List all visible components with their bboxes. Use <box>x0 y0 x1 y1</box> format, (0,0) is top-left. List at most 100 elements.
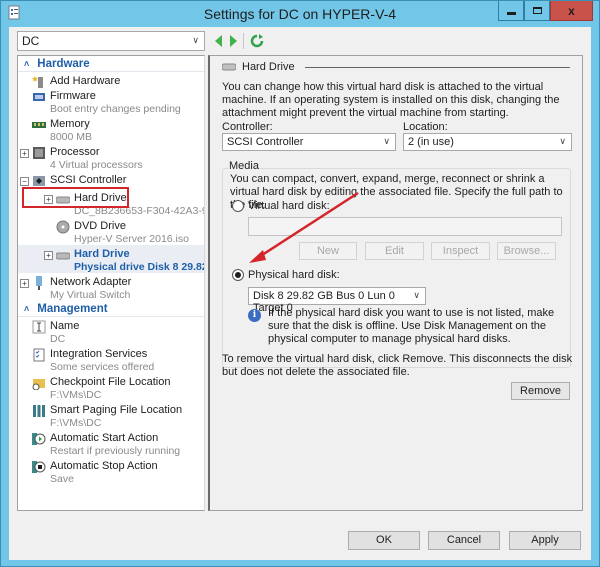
location-value: 2 (in use) <box>408 136 454 148</box>
forward-arrow-icon[interactable] <box>229 35 237 47</box>
item-label: Automatic Start Action <box>50 432 159 444</box>
intro-text: You can change how this virtual hard dis… <box>222 81 560 119</box>
back-arrow-icon[interactable] <box>215 35 223 47</box>
expand-icon[interactable]: + <box>44 251 53 260</box>
item-label: Add Hardware <box>50 75 121 87</box>
tree-item-checkpoint-location[interactable]: Checkpoint File Location F:\VMs\DC <box>18 373 204 401</box>
tree-item-processor[interactable]: + Processor 4 Virtual processors <box>18 143 204 171</box>
processor-icon <box>33 147 45 159</box>
cancel-button[interactable]: Cancel <box>428 531 500 550</box>
item-sublabel: Hyper-V Server 2016.iso <box>74 233 189 245</box>
close-button[interactable]: x <box>550 1 593 21</box>
minimize-button[interactable] <box>498 1 524 21</box>
navigation-toolbar <box>215 33 264 49</box>
item-label: Checkpoint File Location <box>50 376 171 388</box>
item-sublabel: Restart if previously running <box>50 445 181 457</box>
vm-selector-value: DC <box>22 34 40 48</box>
tree-item-memory[interactable]: Memory 8000 MB <box>18 115 204 143</box>
dialog-client: DC ∨ ˄ Hardware Add Hardware Firmware Bo… <box>9 27 591 560</box>
hard-drive-icon <box>56 252 70 260</box>
controller-value: SCSI Controller <box>227 136 304 148</box>
collapse-icon[interactable]: − <box>20 177 29 186</box>
smart-paging-icon <box>33 405 45 417</box>
item-label: Processor <box>50 146 100 158</box>
physical-disk-label[interactable]: Physical hard disk: <box>248 269 340 282</box>
item-label: Integration Services <box>50 348 148 360</box>
physical-disk-info-text: If the physical hard disk you want to us… <box>268 307 555 345</box>
virtual-disk-radio[interactable] <box>232 200 244 212</box>
vm-selector-dropdown[interactable]: DC ∨ <box>17 31 205 51</box>
edit-button[interactable]: Edit <box>365 242 424 260</box>
remove-button[interactable]: Remove <box>511 382 570 400</box>
integration-services-icon <box>33 348 45 362</box>
item-label: Automatic Stop Action <box>50 460 158 472</box>
inspect-button[interactable]: Inspect <box>431 242 490 260</box>
dvd-drive-icon <box>56 220 70 234</box>
settings-tree: ˄ Hardware Add Hardware Firmware Boot en… <box>17 55 205 511</box>
media-title: Media <box>228 160 260 172</box>
name-icon <box>32 320 46 334</box>
item-sublabel: F:\VMs\DC <box>50 417 102 429</box>
group-divider <box>304 66 570 68</box>
ok-button[interactable]: OK <box>348 531 420 550</box>
tree-section-management[interactable]: ˄ Management <box>18 301 204 317</box>
tree-item-network-adapter[interactable]: + Network Adapter My Virtual Switch <box>18 273 204 301</box>
hard-drive-icon <box>222 63 236 71</box>
item-label: Firmware <box>50 90 96 102</box>
item-label: SCSI Controller <box>50 174 127 186</box>
tree-item-integration-services[interactable]: Integration Services Some services offer… <box>18 345 204 373</box>
section-label: Hardware <box>37 57 90 70</box>
remove-description: To remove the virtual hard disk, click R… <box>222 353 573 378</box>
expand-icon[interactable]: + <box>20 149 29 158</box>
tree-section-hardware[interactable]: ˄ Hardware <box>18 56 204 72</box>
physical-disk-dropdown[interactable]: Disk 8 29.82 GB Bus 0 Lun 0 Target 0 ∨ <box>248 287 426 314</box>
network-adapter-icon <box>36 276 42 290</box>
physical-disk-radio[interactable] <box>232 269 244 281</box>
tree-item-auto-stop[interactable]: Automatic Stop Action Save <box>18 457 204 485</box>
chevron-down-icon: ∨ <box>383 136 390 146</box>
minimize-icon <box>506 11 516 15</box>
item-label: Hard Drive <box>74 248 130 260</box>
auto-start-icon <box>32 433 46 445</box>
location-dropdown[interactable]: 2 (in use) ∨ <box>403 133 572 151</box>
item-sublabel: 8000 MB <box>50 131 93 143</box>
memory-icon <box>32 122 46 128</box>
maximize-button[interactable] <box>524 1 550 21</box>
virtual-disk-label[interactable]: Virtual hard disk: <box>248 200 330 213</box>
title-bar[interactable]: Settings for DC on HYPER-V-4 x <box>1 1 599 27</box>
chevron-down-icon: ∨ <box>413 290 420 300</box>
item-sublabel: My Virtual Switch <box>50 289 131 301</box>
chevron-down-icon: ∨ <box>192 35 199 45</box>
tree-item-hard-drive-physical[interactable]: + Hard Drive Physical drive Disk 8 29.82… <box>18 245 204 273</box>
item-sublabel: Some services offered <box>50 361 155 373</box>
group-title: Hard Drive <box>242 61 295 73</box>
toolbar-separator <box>243 33 244 49</box>
item-label: Network Adapter <box>50 276 132 288</box>
maximize-icon <box>532 7 542 14</box>
tree-item-smart-paging-location[interactable]: Smart Paging File Location F:\VMs\DC <box>18 401 204 429</box>
tree-item-firmware[interactable]: Firmware Boot entry changes pending <box>18 87 204 115</box>
item-label: DVD Drive <box>74 220 126 232</box>
item-label: Smart Paging File Location <box>50 404 183 416</box>
tree-item-add-hardware[interactable]: Add Hardware <box>18 72 204 88</box>
new-button[interactable]: New <box>299 242 357 260</box>
apply-button[interactable]: Apply <box>509 531 581 550</box>
scsi-controller-icon <box>33 176 45 186</box>
scsi-controller-highlight-annotation <box>22 187 129 208</box>
item-sublabel: DC <box>50 333 66 345</box>
firmware-icon <box>33 93 45 101</box>
tree-item-dvd-drive[interactable]: DVD Drive Hyper-V Server 2016.iso <box>18 217 204 245</box>
virtual-disk-path-input[interactable] <box>248 217 562 236</box>
expand-icon[interactable]: + <box>20 279 29 288</box>
close-icon: x <box>568 3 575 18</box>
item-sublabel: 4 Virtual processors <box>50 159 143 171</box>
item-sublabel: F:\VMs\DC <box>50 389 102 401</box>
chevron-down-icon: ∨ <box>559 136 566 146</box>
controller-dropdown[interactable]: SCSI Controller ∨ <box>222 133 396 151</box>
tree-item-auto-start[interactable]: Automatic Start Action Restart if previo… <box>18 429 204 457</box>
item-sublabel: Physical drive Disk 8 29.82... <box>74 261 205 273</box>
checkpoint-folder-icon <box>32 379 45 390</box>
browse-button[interactable]: Browse... <box>497 242 556 260</box>
tree-item-name[interactable]: Name DC <box>18 317 204 345</box>
refresh-icon[interactable] <box>250 34 264 48</box>
